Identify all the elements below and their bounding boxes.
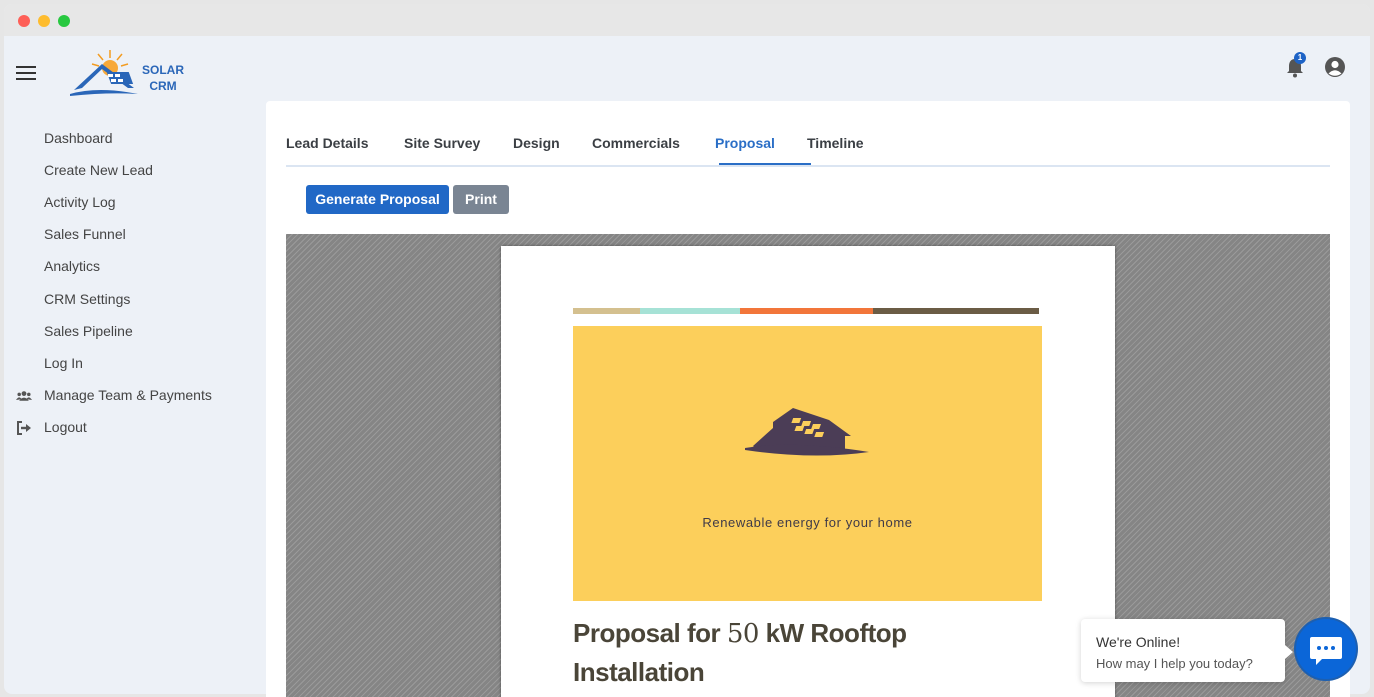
print-button[interactable]: Print [453, 185, 509, 214]
chat-prompt-text: How may I help you today? [1096, 656, 1253, 671]
sidebar-item-activity-log[interactable]: Activity Log [44, 194, 116, 216]
sidebar-item-dashboard[interactable]: Dashboard [44, 130, 113, 152]
close-window-button[interactable] [18, 15, 30, 27]
color-stripe-2 [640, 308, 740, 314]
proposal-title: Proposal for 50 kW Rooftop Installation [573, 614, 973, 691]
sidebar-item-label: Sales Pipeline [44, 323, 133, 339]
logo-text: SOLAR CRM [142, 62, 184, 94]
chat-status-text: We're Online! [1096, 634, 1181, 650]
sidebar-item-label: Manage Team & Payments [44, 387, 212, 403]
proposal-page: Renewable energy for your home Proposal … [501, 246, 1115, 697]
sidebar-item-label: Activity Log [44, 194, 116, 210]
tab-site-survey[interactable]: Site Survey [404, 135, 480, 151]
logo-line-2: CRM [149, 79, 177, 93]
solar-house-icon [745, 408, 869, 456]
chat-icon [1310, 637, 1342, 665]
tab-commercials[interactable]: Commercials [592, 135, 680, 151]
main-card: Lead Details Site Survey Design Commerci… [266, 101, 1350, 697]
active-tab-indicator [719, 163, 811, 165]
sidebar-item-label: Logout [44, 419, 87, 435]
sidebar-item-manage-team[interactable]: Manage Team & Payments [16, 387, 212, 409]
tab-lead-details[interactable]: Lead Details [286, 135, 368, 151]
app-logo[interactable]: SOLAR CRM [68, 48, 198, 100]
color-stripe-3 [740, 308, 873, 314]
color-stripe-4 [873, 308, 1039, 314]
sidebar-item-label: Create New Lead [44, 162, 153, 178]
sidebar-item-crm-settings[interactable]: CRM Settings [44, 291, 130, 313]
sidebar-item-analytics[interactable]: Analytics [44, 258, 100, 280]
generate-proposal-button[interactable]: Generate Proposal [306, 185, 449, 214]
tab-timeline[interactable]: Timeline [807, 135, 864, 151]
sidebar-item-label: Analytics [44, 258, 101, 274]
menu-toggle-button[interactable] [16, 66, 36, 80]
sign-out-icon [17, 421, 31, 435]
sidebar-item-label: CRM Settings [44, 291, 131, 307]
chat-greeting-bubble[interactable]: We're Online! How may I help you today? [1081, 619, 1293, 682]
tab-proposal[interactable]: Proposal [715, 135, 775, 151]
sidebar-item-logout[interactable]: Logout [17, 419, 87, 441]
title-line-2: Installation [573, 657, 705, 687]
title-bar [4, 4, 1370, 36]
proposal-tagline: Renewable energy for your home [702, 515, 913, 530]
tab-bar: Lead Details Site Survey Design Commerci… [286, 123, 1330, 167]
notification-count-badge: 1 [1294, 52, 1306, 64]
title-suffix: kW Rooftop [758, 618, 907, 648]
title-prefix: Proposal for [573, 618, 727, 648]
sidebar-item-sales-funnel[interactable]: Sales Funnel [44, 226, 126, 248]
users-icon [16, 391, 32, 401]
sidebar-item-label: Dashboard [44, 130, 113, 146]
sidebar-item-create-new-lead[interactable]: Create New Lead [44, 162, 153, 184]
solar-house-logo-icon [70, 50, 138, 96]
sidebar-item-label: Log In [44, 355, 83, 371]
sidebar-item-log-in[interactable]: Log In [44, 355, 83, 377]
color-stripe-1 [573, 308, 640, 314]
user-avatar-icon[interactable] [1324, 56, 1346, 78]
chat-launcher-button[interactable] [1296, 619, 1356, 679]
logo-line-1: SOLAR [142, 63, 184, 77]
hero-banner: Renewable energy for your home [573, 326, 1042, 601]
maximize-window-button[interactable] [58, 15, 70, 27]
title-capacity: 50 [726, 619, 760, 649]
sidebar-item-sales-pipeline[interactable]: Sales Pipeline [44, 323, 133, 345]
sidebar-item-label: Sales Funnel [44, 226, 126, 242]
tab-design[interactable]: Design [513, 135, 560, 151]
minimize-window-button[interactable] [38, 15, 50, 27]
